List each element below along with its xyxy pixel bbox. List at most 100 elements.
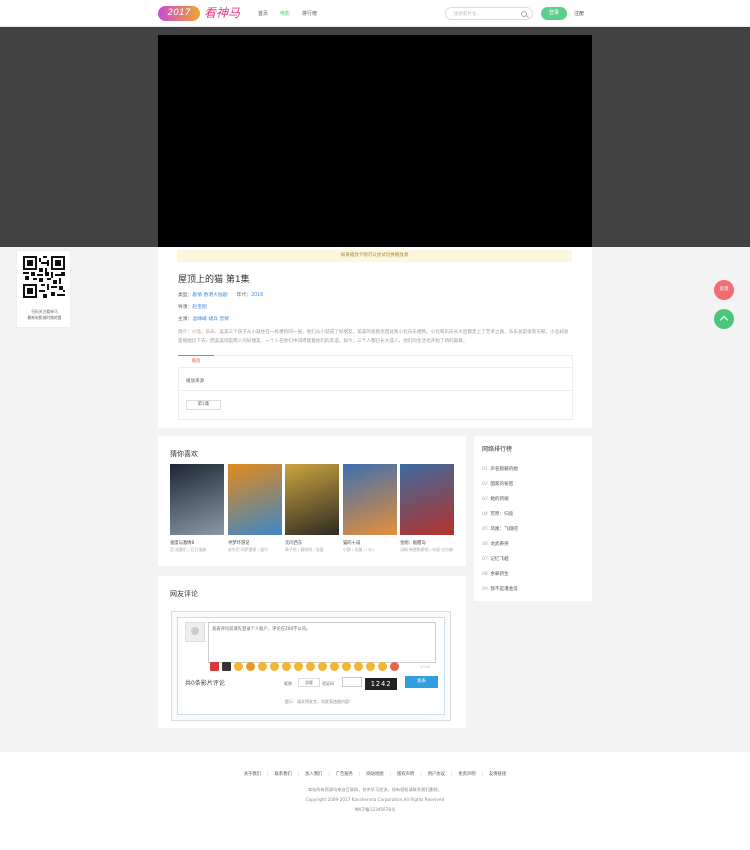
search-icon[interactable]	[521, 11, 527, 17]
register-link[interactable]: 注册	[574, 10, 584, 17]
ranking-title-text: 余罪新生	[490, 572, 509, 577]
ranking-item[interactable]: 01.声名狼藉的她	[482, 466, 518, 472]
footer-link[interactable]: 网站地图	[366, 772, 383, 777]
movie-name[interactable]: 寻梦环游记	[228, 540, 282, 546]
ranking-item[interactable]: 02.国家的秘密	[482, 481, 513, 487]
meta-director: 导演：赵宝刚	[178, 303, 207, 310]
ranking-item[interactable]: 07.记忆飞越	[482, 556, 509, 562]
footer-link[interactable]: 加入我们	[305, 772, 322, 777]
surprise-emoji-icon[interactable]	[282, 662, 291, 671]
footer-link[interactable]: 友情链接	[489, 772, 506, 777]
footer-link[interactable]: 免责声明	[458, 772, 475, 777]
ranking-number: 01.	[482, 467, 490, 472]
shy-emoji-icon[interactable]	[318, 662, 327, 671]
movie-name[interactable]: 金刚：骷髅岛	[400, 540, 454, 546]
nav-home[interactable]: 首页	[258, 10, 268, 17]
ranking-title-text: 我不是潘金莲	[490, 587, 518, 592]
play-tab-box	[178, 355, 573, 420]
angry-emoji-icon[interactable]	[306, 662, 315, 671]
cool-emoji-icon[interactable]	[330, 662, 339, 671]
ranking-item[interactable]: 09.我不是潘金莲	[482, 586, 518, 592]
movie-cast: 汤姆·希德勒斯顿 / 布丽·拉尔森	[400, 547, 453, 552]
ranking-item[interactable]: 05.凤凰：飞翔吧	[482, 526, 518, 532]
grin-emoji-icon[interactable]	[270, 662, 279, 671]
sweat-emoji-icon[interactable]	[378, 662, 387, 671]
sleep-emoji-icon[interactable]	[354, 662, 363, 671]
recommend-title: 猜你喜欢	[170, 450, 198, 458]
movie-poster[interactable]	[228, 464, 282, 535]
movie-poster[interactable]	[400, 464, 454, 535]
search-input[interactable]: 搜索影片名...	[445, 7, 533, 20]
ranking-number: 08.	[482, 572, 490, 577]
footer-link[interactable]: 用户协议	[428, 772, 445, 777]
episode-title: 屋顶上的猫 第1集	[178, 275, 250, 285]
qr-caption-line2: 最新电影随时随地看	[27, 315, 62, 320]
footer-separator: |	[481, 772, 483, 777]
ranking-title-text: 龙武奇侠	[490, 542, 509, 547]
tab-divider	[178, 367, 573, 368]
wink-emoji-icon[interactable]	[258, 662, 267, 671]
site-logo[interactable]: 看神马	[204, 4, 240, 21]
nav-ranking[interactable]: 排行榜	[302, 10, 317, 17]
movie-name[interactable]: 速度与激情8	[170, 540, 224, 546]
ranking-number: 05.	[482, 527, 490, 532]
movie-name[interactable]: 猫的十诫	[343, 540, 397, 546]
movie-poster[interactable]	[285, 464, 339, 535]
qr-panel: 扫码关注看神马 最新电影随时随地看	[16, 250, 71, 328]
footer-separator: |	[328, 772, 330, 777]
ranking-item[interactable]: 06.龙武奇侠	[482, 541, 509, 547]
comment-title: 网友评论	[170, 590, 198, 598]
video-player[interactable]	[158, 35, 592, 247]
footer-separator: |	[358, 772, 361, 777]
avatar	[185, 622, 205, 642]
director-value[interactable]: 赵宝刚	[192, 305, 206, 310]
year-label: 年代：	[236, 293, 252, 298]
kiss-emoji-icon[interactable]	[366, 662, 375, 671]
logo-year-badge[interactable]: 2017	[158, 6, 200, 21]
cry-emoji-icon[interactable]	[294, 662, 303, 671]
ranking-title-text: 荒原：归途	[490, 512, 514, 517]
type-value[interactable]: 剧情 香港大陆剧	[192, 293, 227, 298]
ranking-number: 07.	[482, 557, 490, 562]
submit-comment-button[interactable]: 发表	[405, 676, 438, 688]
feedback-button[interactable]: 反馈	[714, 280, 734, 300]
movie-poster[interactable]	[170, 464, 224, 535]
source-divider	[178, 390, 573, 391]
type-label: 类型：	[178, 293, 193, 298]
player-notice: 如果播放卡顿可以尝试切换播放源	[177, 250, 572, 262]
footer-link[interactable]: 关于我们	[244, 772, 261, 777]
ranking-item[interactable]: 04.荒原：归途	[482, 511, 513, 517]
ranking-number: 06.	[482, 542, 490, 547]
footer-link[interactable]: 版权声明	[397, 772, 414, 777]
year-value[interactable]: 2016	[251, 293, 263, 298]
ranking-number: 02.	[482, 482, 490, 487]
captcha-field[interactable]	[342, 677, 362, 687]
cast-value[interactable]: 温峥嵘 胡兵 曾黎	[192, 317, 229, 322]
movie-cast: 范·迪塞尔 / 巨石强森	[170, 547, 207, 552]
login-button[interactable]: 登录	[541, 7, 567, 20]
nickname-field[interactable]: 游客	[298, 678, 320, 687]
nav-movie[interactable]: 电影	[280, 10, 290, 17]
ranking-item[interactable]: 08.余罪新生	[482, 571, 509, 577]
ranking-number: 04.	[482, 512, 490, 517]
captcha-image[interactable]: 1242	[365, 678, 397, 690]
cast-label: 主演：	[178, 317, 193, 322]
sad-emoji-icon[interactable]	[342, 662, 351, 671]
love-emoji-icon[interactable]	[390, 662, 399, 671]
ranking-item[interactable]: 03.她的新娘	[482, 496, 509, 502]
hat-emoji-icon[interactable]	[222, 662, 231, 671]
laugh-emoji-icon[interactable]	[246, 662, 255, 671]
tab-play[interactable]: 播放	[178, 355, 214, 367]
flag-emoji-icon[interactable]	[210, 662, 219, 671]
smile-emoji-icon[interactable]	[234, 662, 243, 671]
ranking-number: 03.	[482, 497, 490, 502]
footer-link[interactable]: 联系我们	[274, 772, 291, 777]
footer-link[interactable]: 广告服务	[336, 772, 353, 777]
movie-poster[interactable]	[343, 464, 397, 535]
footer-separator: |	[450, 772, 453, 777]
back-to-top-icon[interactable]	[714, 309, 734, 329]
comment-textarea[interactable]: 发表评论前请先登录个人账户，评论在200字以内。	[208, 622, 436, 663]
movie-name[interactable]: 无问西东	[285, 540, 339, 546]
comment-count: 共0条影片评论	[185, 680, 225, 687]
episode-button[interactable]: 第1集	[186, 400, 221, 410]
